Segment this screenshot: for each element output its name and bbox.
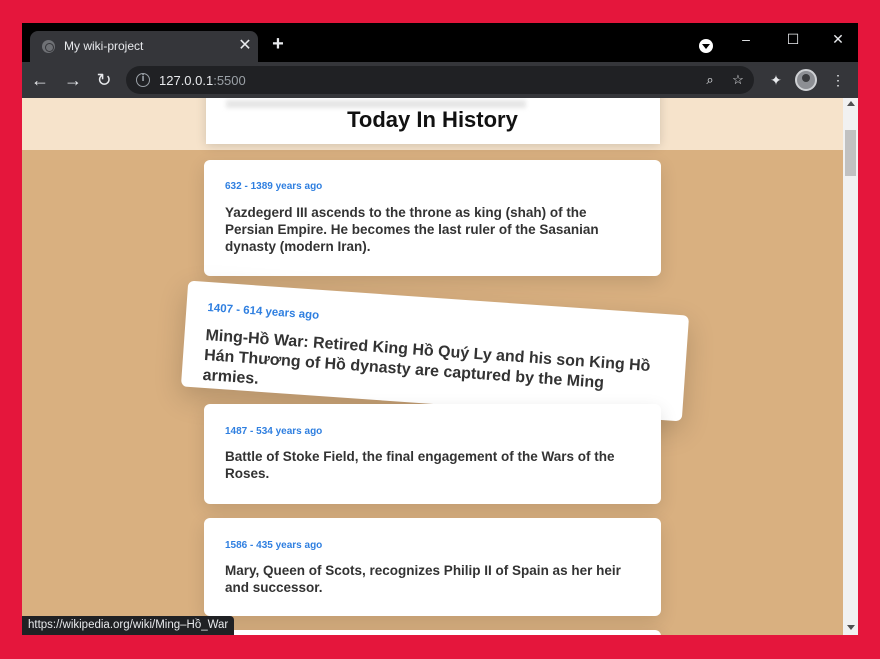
new-tab-button[interactable]: +	[269, 34, 287, 54]
forward-button[interactable]: →	[61, 68, 85, 92]
zoom-icon[interactable]: ⌕	[701, 71, 719, 89]
event-card-partial[interactable]	[204, 630, 661, 635]
browser-window: My wiki-project ✕ + – ☐ ✕ ← → ↻ i 127.0.…	[22, 23, 858, 635]
site-info-icon[interactable]: i	[136, 73, 150, 87]
event-date: 1407 - 614 years ago	[207, 302, 320, 322]
url-text: 127.0.0.1:5500	[159, 73, 246, 88]
event-date: 1586 - 435 years ago	[225, 540, 323, 551]
event-text: Mary, Queen of Scots, recognizes Philip …	[225, 563, 621, 595]
page-header: Today In History	[22, 98, 843, 150]
scroll-up-arrow-icon[interactable]	[847, 101, 855, 106]
address-bar[interactable]: i 127.0.0.1:5500 ⌕ ☆	[126, 66, 754, 94]
event-card[interactable]: 1586 - 435 years ago Mary, Queen of Scot…	[204, 518, 661, 616]
maximize-button[interactable]: ☐	[773, 27, 813, 51]
vertical-scrollbar[interactable]	[843, 98, 858, 635]
tab-close-button[interactable]: ✕	[236, 36, 254, 56]
event-text: Yazdegerd III ascends to the throne as k…	[225, 205, 599, 254]
browser-toolbar: ← → ↻ i 127.0.0.1:5500 ⌕ ☆ ✦ ⋮	[22, 62, 858, 98]
scrollbar-thumb[interactable]	[845, 130, 856, 176]
event-date: 632 - 1389 years ago	[225, 181, 323, 192]
page-title: Today In History	[347, 107, 518, 132]
event-card-hovered[interactable]: 1407 - 614 years ago Ming-Hồ War: Retire…	[180, 280, 690, 422]
globe-icon	[42, 40, 55, 53]
menu-kebab-icon[interactable]: ⋮	[828, 70, 848, 90]
tab-strip: My wiki-project ✕ + – ☐ ✕	[22, 23, 858, 62]
page-viewport: Today In History 632 - 1389 years ago Ya…	[22, 98, 858, 635]
event-date: 1487 - 534 years ago	[225, 426, 323, 437]
back-button[interactable]: ←	[28, 68, 52, 92]
scroll-down-arrow-icon[interactable]	[847, 625, 855, 630]
event-card[interactable]: 632 - 1389 years ago Yazdegerd III ascen…	[204, 160, 661, 276]
bookmark-star-icon[interactable]: ☆	[729, 71, 747, 89]
window-close-button[interactable]: ✕	[818, 27, 858, 51]
tab-title: My wiki-project	[64, 39, 144, 53]
profile-avatar[interactable]	[795, 69, 817, 91]
browser-tab[interactable]: My wiki-project ✕	[30, 31, 258, 62]
reload-button[interactable]: ↻	[92, 68, 116, 92]
event-card[interactable]: 1487 - 534 years ago Battle of Stoke Fie…	[204, 404, 661, 504]
minimize-button[interactable]: –	[726, 27, 766, 51]
event-text: Battle of Stoke Field, the final engagem…	[225, 449, 615, 481]
media-control-icon[interactable]	[699, 39, 713, 53]
link-status-bar: https://wikipedia.org/wiki/Ming–Hồ_War	[22, 616, 235, 635]
extensions-icon[interactable]: ✦	[766, 70, 786, 90]
